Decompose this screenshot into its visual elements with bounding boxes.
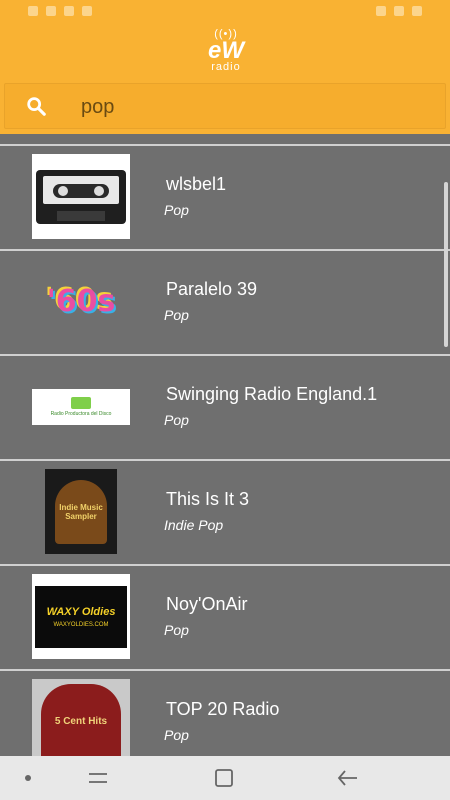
station-title: wlsbel1 (166, 174, 227, 194)
home-icon[interactable] (210, 765, 238, 791)
waxy-oldies-icon: WAXY Oldies WAXYOLDIES.COM (32, 574, 130, 659)
station-genre: Indie Pop (164, 517, 224, 533)
station-thumbnail: 5 Cent Hits (32, 679, 130, 756)
system-nav-bar (0, 756, 450, 800)
logo-brand: eW (208, 37, 244, 64)
battery-icon (412, 6, 422, 16)
station-row[interactable]: wlsbel1 Pop (0, 146, 450, 251)
search-bar[interactable] (4, 83, 446, 129)
station-title: TOP 20 Radio (166, 699, 280, 719)
waxy-url-text: WAXYOLDIES.COM (53, 621, 109, 628)
60s-logo-icon: '60s (46, 284, 116, 319)
logo-sub: radio (211, 61, 241, 73)
search-icon[interactable] (25, 95, 47, 117)
station-genre: Pop (164, 202, 189, 218)
station-genre: Pop (164, 622, 189, 638)
station-row[interactable]: Radio Productora del Disco Swinging Radi… (0, 356, 450, 461)
recents-icon[interactable] (84, 765, 112, 791)
station-row[interactable]: WAXY Oldies WAXYOLDIES.COM Noy'OnAir Pop (0, 566, 450, 671)
station-thumbnail (32, 154, 130, 239)
status-icons-right (376, 6, 422, 16)
station-row[interactable]: '60s Paralelo 39 Pop (0, 251, 450, 356)
waxy-logo-text: WAXY Oldies (46, 605, 116, 618)
station-thumbnail: Indie Music Sampler (32, 469, 130, 554)
station-row[interactable]: Indie Music Sampler This Is It 3 Indie P… (0, 461, 450, 566)
station-genre: Pop (164, 727, 189, 743)
station-title: Noy'OnAir (166, 594, 248, 614)
status-icons-left (28, 6, 92, 16)
notification-icon (82, 6, 92, 16)
notification-icon (46, 6, 56, 16)
app-logo: ((•)) eW radio (195, 28, 257, 78)
jukebox-indie-icon: Indie Music Sampler (45, 469, 117, 554)
search-input[interactable] (81, 90, 421, 124)
scrollbar[interactable] (444, 182, 448, 347)
station-thumbnail: '60s (32, 259, 130, 344)
station-genre: Pop (164, 307, 189, 323)
station-genre: Pop (164, 412, 189, 428)
cassette-tape-icon (36, 169, 126, 224)
app-header: ((•)) eW radio (0, 22, 450, 134)
jukebox-5cent-icon: 5 Cent Hits (32, 679, 130, 756)
signal-icon (394, 6, 404, 16)
station-thumbnail: Radio Productora del Disco (32, 364, 130, 449)
station-list[interactable]: wlsbel1 Pop '60s Paralelo 39 Pop Radio P… (0, 144, 450, 756)
five-cent-text: 5 Cent Hits (54, 715, 108, 727)
station-title: This Is It 3 (166, 489, 250, 509)
indie-logo-text: Indie Music Sampler (59, 502, 103, 521)
station-row[interactable]: 5 Cent Hits TOP 20 Radio Pop (0, 671, 450, 756)
station-title: Paralelo 39 (166, 279, 258, 299)
station-title: Swinging Radio England.1 (166, 384, 378, 404)
back-icon[interactable] (334, 765, 362, 791)
notification-icon (28, 6, 38, 16)
radio-logo-icon: Radio Productora del Disco (32, 388, 130, 425)
wifi-icon (376, 6, 386, 16)
notification-icon (64, 6, 74, 16)
status-bar (0, 0, 450, 22)
dot-icon[interactable] (14, 765, 42, 791)
radio-logo-text: Radio Productora del Disco (50, 410, 112, 417)
station-thumbnail: WAXY Oldies WAXYOLDIES.COM (32, 574, 130, 659)
